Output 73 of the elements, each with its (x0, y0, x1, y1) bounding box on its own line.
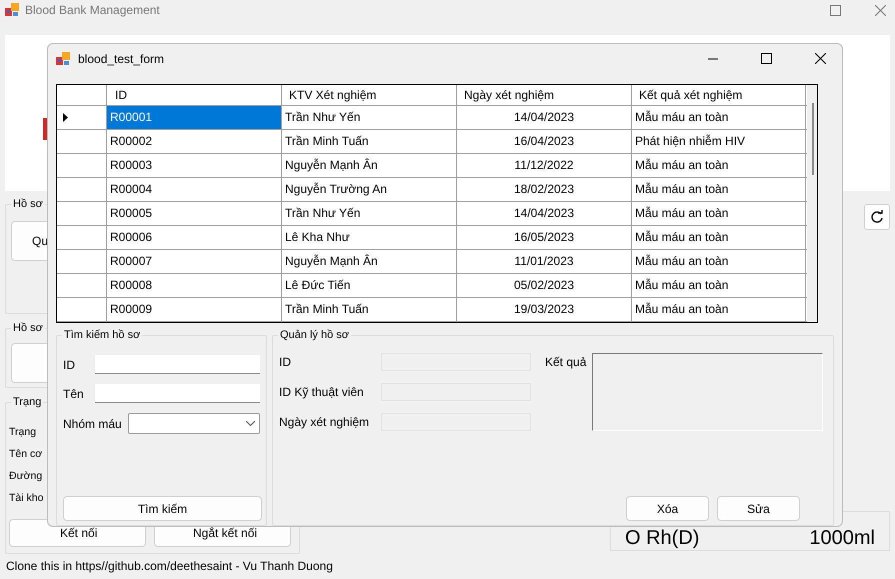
table-cell: Mẫu máu an toàn (632, 106, 806, 129)
table-cell: R00002 (107, 130, 282, 153)
table-cell: 11/01/2023 (457, 250, 632, 273)
table-cell: R00004 (107, 178, 282, 201)
input-field[interactable] (95, 355, 260, 374)
column-header[interactable]: Ngày xét nghiệm (457, 85, 632, 105)
search-button[interactable]: Tìm kiếm (63, 496, 262, 521)
field-label: Kết quả (545, 355, 586, 371)
field-label: ID (279, 354, 291, 371)
table-cell: 14/04/2023 (457, 202, 632, 225)
table-cell: Mẫu máu an toàn (632, 154, 806, 177)
table-cell: R00006 (107, 226, 282, 249)
table-cell: Lê Đức Tiến (282, 274, 457, 297)
table-cell: 16/05/2023 (457, 226, 632, 249)
column-header[interactable]: Kết quả xét nghiệm (632, 85, 806, 105)
table-cell: 14/04/2023 (457, 106, 632, 129)
table-cell: R00001 (107, 106, 282, 129)
volume-text: 1000ml (809, 526, 875, 549)
table-cell: 05/02/2023 (457, 274, 632, 297)
table-cell: Nguyễn Mạnh Ân (282, 154, 457, 177)
table-cell: Mẫu máu an toàn (632, 226, 806, 249)
table-cell: 18/02/2023 (457, 178, 632, 201)
group-title: Quản lý hồ sơ (278, 328, 351, 342)
group-title: Trạng (11, 394, 44, 409)
refresh-button[interactable] (864, 204, 890, 230)
table-cell: R00007 (107, 250, 282, 273)
chevron-down-icon (246, 421, 255, 426)
window-title: Blood Bank Management (25, 2, 160, 19)
maximize-icon[interactable] (761, 53, 772, 64)
input-field[interactable] (95, 384, 260, 403)
table-cell: Lê Kha Như (282, 226, 457, 249)
column-header[interactable]: KTV Xét nghiệm (282, 85, 457, 105)
table-cell: Mẫu máu an toàn (632, 178, 806, 201)
field-label: Tên cơ (9, 446, 42, 461)
field-label: Tên (63, 386, 85, 402)
field-label: Trạng (9, 424, 36, 439)
blood-group-text: O Rh(D) (625, 526, 700, 549)
table-cell: Trần Minh Tuấn (282, 298, 457, 321)
table-cell: Mẫu máu an toàn (632, 250, 806, 273)
table-cell: R00005 (107, 202, 282, 225)
field-label: Tài kho (9, 490, 44, 505)
button[interactable]: Xóa (626, 496, 709, 521)
field-label: Ngày xét nghiệm (279, 414, 370, 431)
table-cell: Mẫu máu an toàn (632, 298, 806, 321)
dialog-title: blood_test_form (78, 50, 164, 68)
table-cell: 19/03/2023 (457, 298, 632, 321)
footer-text: Clone this in https//github.com/deethesaint - Vu Thanh Duong (6, 558, 333, 576)
current-row-icon (63, 113, 68, 122)
table-cell: 16/04/2023 (457, 130, 632, 153)
table-cell: Trần Như Yến (282, 202, 457, 225)
table-cell: R00009 (107, 298, 282, 321)
table-cell: R00003 (107, 154, 282, 177)
field-label: ID (63, 356, 76, 374)
field-label: Đường (9, 468, 42, 483)
table-cell: R00008 (107, 274, 282, 297)
close-icon[interactable] (815, 53, 826, 64)
result-field[interactable] (592, 353, 823, 431)
table-cell: Mẫu máu an toàn (632, 202, 806, 225)
table-cell: Phát hiện nhiễm HIV (632, 130, 806, 153)
app-icon (5, 3, 19, 17)
table-cell: 11/12/2022 (457, 154, 632, 177)
dropdown-field[interactable] (128, 413, 260, 434)
column-header[interactable]: ID (107, 85, 282, 105)
button[interactable]: Sửa (717, 496, 800, 521)
field-label: ID Kỹ thuật viên (279, 384, 364, 401)
table-cell: Mẫu máu an toàn (632, 274, 806, 297)
table-cell: Trần Minh Tuấn (282, 130, 457, 153)
table-cell: Trần Như Yến (282, 106, 457, 129)
table-cell: Nguyễn Mạnh Ân (282, 250, 457, 273)
refresh-icon (870, 210, 884, 224)
app-icon (56, 52, 70, 66)
table-cell: Nguyễn Trường An (282, 178, 457, 201)
field-label: Nhóm máu (63, 416, 122, 432)
